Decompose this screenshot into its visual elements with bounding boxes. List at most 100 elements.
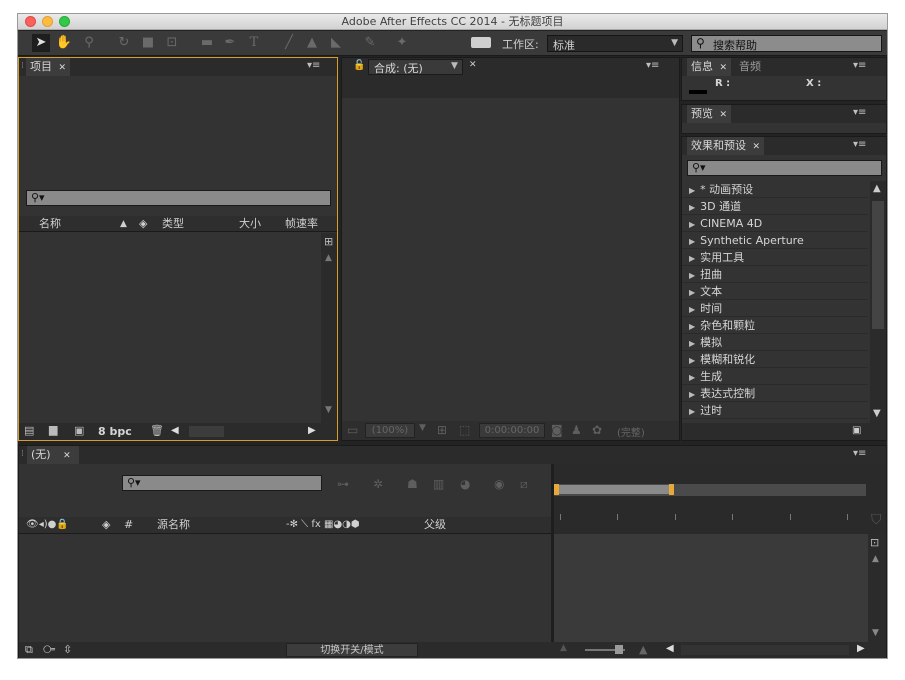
effect-category-item[interactable]: ▶ * 动画预设: [682, 181, 868, 198]
expand-triangle-icon[interactable]: ▶: [689, 322, 695, 331]
pan-behind-tool-icon[interactable]: ⊡: [163, 34, 181, 52]
effect-category-item[interactable]: ▶ 3D 通道: [682, 198, 868, 215]
graph-editor-icon[interactable]: ⧄: [520, 477, 528, 492]
scroll-left-icon[interactable]: ◀: [666, 643, 674, 654]
timeline-navigator-icon[interactable]: ⊡: [870, 536, 879, 549]
zoom-slider-thumb[interactable]: [615, 645, 623, 654]
expand-triangle-icon[interactable]: ▶: [689, 356, 695, 365]
label-tag-icon[interactable]: ◈: [102, 517, 110, 533]
close-icon[interactable]: ✕: [753, 142, 761, 152]
effect-category-item[interactable]: ▶ 表达式控制: [682, 385, 868, 402]
timeline-graph-area[interactable]: [554, 534, 868, 642]
brainstorm-icon[interactable]: ◉: [494, 477, 504, 491]
av-features-icon[interactable]: 👁◂)●🔒: [26, 517, 69, 533]
col-size[interactable]: 大小: [239, 216, 261, 232]
effect-category-item[interactable]: ▶ 实用工具: [682, 249, 868, 266]
scroll-thumb[interactable]: [872, 201, 884, 329]
effect-category-item[interactable]: ▶ 杂色和颗粒: [682, 317, 868, 334]
current-time-display[interactable]: 0:00:00:00: [479, 423, 545, 438]
col-parent[interactable]: 父级: [424, 517, 446, 533]
col-layer-number[interactable]: #: [124, 517, 133, 533]
comp-mini-flowchart-icon[interactable]: ⊶: [337, 477, 349, 491]
zoom-out-icon[interactable]: ▲: [560, 643, 567, 653]
bit-depth-button[interactable]: 8 bpc: [98, 425, 132, 438]
scroll-down-icon[interactable]: ▼: [872, 628, 879, 638]
effects-scrollbar[interactable]: ▲ ▼: [870, 181, 886, 423]
composition-viewer[interactable]: [342, 98, 679, 421]
toggle-switches-modes-button[interactable]: 切换开关/模式: [286, 643, 418, 657]
trash-icon[interactable]: 🗑: [150, 424, 164, 437]
panel-menu-icon[interactable]: ▾≡: [307, 60, 320, 71]
zoom-select[interactable]: (100%): [365, 423, 415, 438]
help-search-input[interactable]: ⚲ 搜索帮助: [691, 35, 882, 52]
lock-icon[interactable]: 🔓: [353, 60, 365, 71]
eraser-tool-icon[interactable]: ◣: [327, 34, 345, 52]
label-tag-icon[interactable]: ◈: [139, 216, 147, 232]
close-icon[interactable]: ✕: [469, 60, 477, 70]
effect-category-item[interactable]: ▶ 过时: [682, 402, 868, 419]
tab-project[interactable]: 项目 ✕: [26, 58, 71, 76]
always-preview-icon[interactable]: ▭: [347, 423, 358, 437]
modes-toggle-icon[interactable]: ⧃: [43, 643, 55, 657]
composition-select[interactable]: 合成: (无) ▼: [368, 59, 463, 75]
sort-up-icon[interactable]: ▲: [120, 216, 127, 232]
interpret-footage-icon[interactable]: ▤: [24, 424, 34, 437]
clone-stamp-tool-icon[interactable]: ▲: [303, 34, 321, 52]
selection-tool-icon[interactable]: ➤: [32, 34, 50, 52]
work-area-bar[interactable]: [556, 485, 671, 494]
hand-tool-icon[interactable]: ✋: [55, 34, 73, 52]
chevron-down-icon[interactable]: ▼: [419, 423, 426, 433]
effect-category-item[interactable]: ▶ 时间: [682, 300, 868, 317]
close-icon[interactable]: ✕: [63, 451, 71, 461]
timeline-search-input[interactable]: ⚲▾: [122, 475, 322, 491]
expand-triangle-icon[interactable]: ▶: [689, 186, 695, 195]
expand-triangle-icon[interactable]: ▶: [689, 203, 695, 212]
roto-brush-tool-icon[interactable]: ✎: [361, 34, 379, 52]
effect-category-item[interactable]: ▶ 生成: [682, 368, 868, 385]
effect-category-item[interactable]: ▶ 模拟: [682, 334, 868, 351]
col-name[interactable]: 名称: [39, 216, 61, 232]
panel-menu-icon[interactable]: ▾≡: [853, 107, 866, 118]
work-area-end-handle[interactable]: [669, 484, 674, 495]
expand-triangle-icon[interactable]: ▶: [689, 254, 695, 263]
effect-category-item[interactable]: ▶ CINEMA 4D: [682, 215, 868, 232]
expand-triangle-icon[interactable]: ▶: [689, 305, 695, 314]
panel-menu-icon[interactable]: ▾≡: [853, 60, 866, 71]
rectangle-tool-icon[interactable]: ▬: [198, 34, 216, 52]
mask-visibility-icon[interactable]: ⬚: [459, 423, 470, 437]
frame-blending-icon[interactable]: ▥: [433, 477, 444, 491]
close-icon[interactable]: ✕: [720, 63, 728, 73]
scroll-right-icon[interactable]: ▶: [857, 643, 865, 654]
tab-timeline[interactable]: (无) ✕: [27, 446, 79, 464]
new-composition-icon[interactable]: ▣: [74, 424, 84, 437]
scroll-up-icon[interactable]: ▲: [872, 554, 879, 564]
layer-switches-icon[interactable]: ‑✻ ⟍ fx ▦◕◑⬢: [286, 517, 360, 533]
zoom-tool-icon[interactable]: ⚲: [80, 34, 98, 52]
horizontal-scroll-thumb[interactable]: [189, 426, 224, 437]
motion-blur-icon[interactable]: ◕: [460, 477, 470, 491]
scroll-left-icon[interactable]: ◀: [171, 425, 179, 436]
col-framerate[interactable]: 帧速率: [285, 216, 318, 232]
new-animation-preset-icon[interactable]: ▣: [852, 425, 861, 436]
type-tool-icon[interactable]: T: [245, 34, 263, 52]
close-icon[interactable]: ✕: [59, 63, 67, 73]
effect-category-item[interactable]: ▶ 文本: [682, 283, 868, 300]
puppet-pin-tool-icon[interactable]: ✦: [393, 34, 411, 52]
scroll-down-icon[interactable]: ▼: [873, 408, 881, 419]
zoom-in-icon[interactable]: ▲: [639, 643, 647, 656]
pen-tool-icon[interactable]: ✒: [221, 34, 239, 52]
rotate-tool-icon[interactable]: ↻: [115, 34, 133, 52]
timeline-scrollbar[interactable]: ⊡ ▲ ▼: [868, 534, 886, 642]
expand-triangle-icon[interactable]: ▶: [689, 339, 695, 348]
col-source-name[interactable]: 源名称: [157, 517, 190, 533]
scroll-up-icon[interactable]: ▲: [873, 183, 881, 194]
channels-icon[interactable]: ✿: [592, 423, 602, 437]
brush-tool-icon[interactable]: ╱: [280, 34, 298, 52]
expand-triangle-icon[interactable]: ▶: [689, 373, 695, 382]
resolution-select[interactable]: (完整): [617, 424, 645, 439]
panel-menu-icon[interactable]: ▾≡: [646, 60, 659, 71]
panel-menu-icon[interactable]: ▾≡: [853, 139, 866, 150]
tab-preview[interactable]: 预览 ✕: [687, 105, 732, 123]
expand-triangle-icon[interactable]: ▶: [689, 237, 695, 246]
camera-tool-icon[interactable]: ■: [139, 34, 157, 52]
